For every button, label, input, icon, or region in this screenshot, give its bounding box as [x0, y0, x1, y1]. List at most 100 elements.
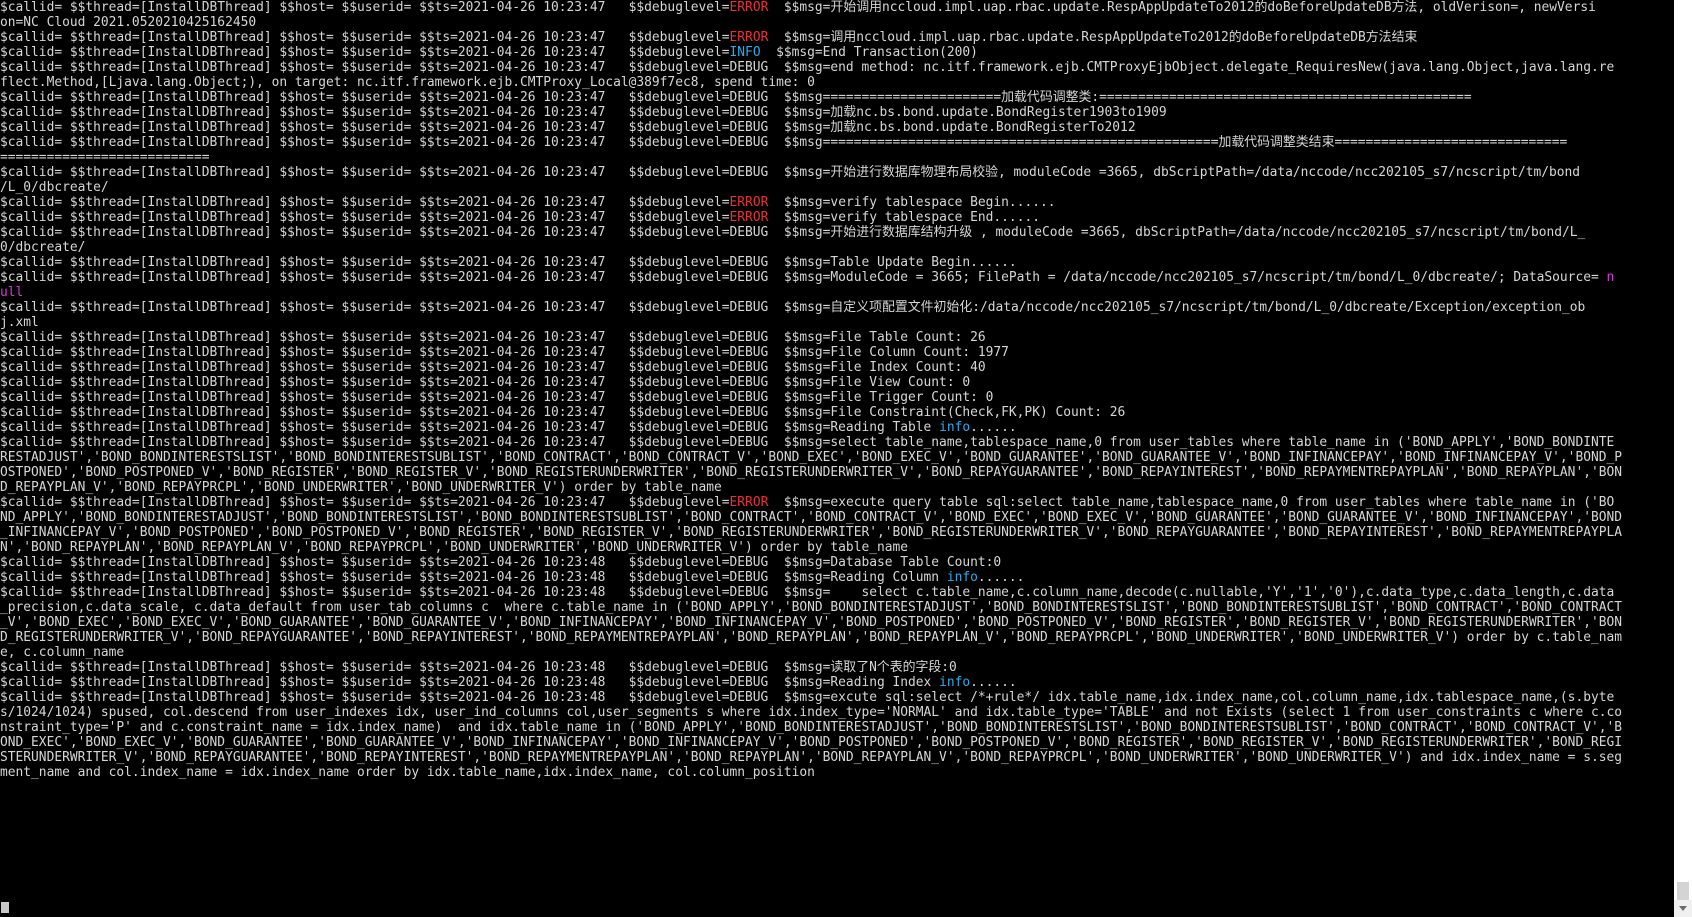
log-segment-error: ERROR — [729, 495, 769, 510]
log-line: $callid= $$thread=[InstallDBThread] $$ho… — [0, 60, 1674, 75]
log-line: $callid= $$thread=[InstallDBThread] $$ho… — [0, 255, 1674, 270]
log-segment-default: _precision,c.data_scale, c.data_default … — [0, 600, 1623, 615]
log-segment-default: $callid= $$thread=[InstallDBThread] $$ho… — [0, 0, 730, 15]
log-line: $callid= $$thread=[InstallDBThread] $$ho… — [0, 390, 1674, 405]
scroll-down-button[interactable] — [1674, 900, 1692, 917]
log-segment-default: $callid= $$thread=[InstallDBThread] $$ho… — [0, 690, 1615, 705]
log-segment-default: $callid= $$thread=[InstallDBThread] $$ho… — [0, 660, 957, 675]
log-line: RESTADJUST','BOND_BONDINTERESTSLIST','BO… — [0, 450, 1674, 465]
log-line: $callid= $$thread=[InstallDBThread] $$ho… — [0, 165, 1674, 180]
log-line: _precision,c.data_scale, c.data_default … — [0, 600, 1674, 615]
log-segment-default: j.xml — [0, 315, 39, 330]
log-line: e, c.column_name — [0, 645, 1674, 660]
arrow-down-icon — [1679, 906, 1687, 911]
log-line: $callid= $$thread=[InstallDBThread] $$ho… — [0, 270, 1674, 285]
log-line: $callid= $$thread=[InstallDBThread] $$ho… — [0, 120, 1674, 135]
terminal-output[interactable]: $callid= $$thread=[InstallDBThread] $$ho… — [0, 0, 1674, 917]
log-segment-default: 0/dbcreate/ — [0, 240, 86, 255]
vertical-scrollbar[interactable] — [1674, 0, 1692, 917]
log-segment-default: $callid= $$thread=[InstallDBThread] $$ho… — [0, 345, 1009, 360]
log-segment-info: info — [939, 420, 971, 435]
log-segment-default: =========================== — [0, 150, 210, 165]
log-line: N','BOND_REPAYPLAN','BOND_REPAYPLAN_V','… — [0, 540, 1674, 555]
log-segment-default: $callid= $$thread=[InstallDBThread] $$ho… — [0, 570, 947, 585]
log-line: $callid= $$thread=[InstallDBThread] $$ho… — [0, 435, 1674, 450]
log-segment-default: _INFINANCEPAY_V','BOND_POSTPONED','BOND_… — [0, 525, 1623, 540]
log-segment-default: OSTPONED','BOND_POSTPONED_V','BOND_REGIS… — [0, 465, 1623, 480]
log-segment-default: $callid= $$thread=[InstallDBThread] $$ho… — [0, 165, 1581, 180]
scrollbar-thumb[interactable] — [1677, 882, 1689, 900]
log-segment-default: /L_0/dbcreate/ — [0, 180, 109, 195]
log-line: /L_0/dbcreate/ — [0, 180, 1674, 195]
log-segment-default: $callid= $$thread=[InstallDBThread] $$ho… — [0, 255, 1017, 270]
log-segment-default: $callid= $$thread=[InstallDBThread] $$ho… — [0, 300, 1586, 315]
log-line: _V','BOND_EXEC','BOND_EXEC_V','BOND_GUAR… — [0, 615, 1674, 630]
log-line: $callid= $$thread=[InstallDBThread] $$ho… — [0, 45, 1674, 60]
log-segment-magenta: n — [1606, 270, 1615, 285]
log-line: $callid= $$thread=[InstallDBThread] $$ho… — [0, 300, 1674, 315]
log-line: =========================== — [0, 150, 1674, 165]
log-line: $callid= $$thread=[InstallDBThread] $$ho… — [0, 675, 1674, 690]
log-line: s/1024/1024) spused, col.descend from us… — [0, 705, 1674, 720]
log-segment-default: $$msg=execute query table sql:select tab… — [768, 495, 1615, 510]
log-segment-default: $callid= $$thread=[InstallDBThread] $$ho… — [0, 420, 940, 435]
log-segment-default: s/1024/1024) spused, col.descend from us… — [0, 705, 1623, 720]
log-line: STERUNDERWRITER_V','BOND_REPAYGUARANTEE'… — [0, 750, 1674, 765]
log-segment-default: _V','BOND_EXEC','BOND_EXEC_V','BOND_GUAR… — [0, 615, 1623, 630]
log-line: OND_EXEC','BOND_EXEC_V','BOND_GUARANTEE'… — [0, 735, 1674, 750]
terminal-lines: $callid= $$thread=[InstallDBThread] $$ho… — [0, 0, 1674, 780]
log-line: $callid= $$thread=[InstallDBThread] $$ho… — [0, 690, 1674, 705]
log-line: $callid= $$thread=[InstallDBThread] $$ho… — [0, 105, 1674, 120]
log-segment-default: $callid= $$thread=[InstallDBThread] $$ho… — [0, 390, 994, 405]
log-line: ND_APPLY','BOND_BONDINTERESTADJUST','BON… — [0, 510, 1674, 525]
log-segment-default: $$msg=开始调用nccloud.impl.uap.rbac.update.R… — [768, 0, 1596, 15]
log-segment-default: N','BOND_REPAYPLAN','BOND_REPAYPLAN_V','… — [0, 540, 909, 555]
log-segment-default: on=NC Cloud 2021.0520210425162450 — [0, 15, 257, 30]
log-line: $callid= $$thread=[InstallDBThread] $$ho… — [0, 345, 1674, 360]
log-line: 0/dbcreate/ — [0, 240, 1674, 255]
log-segment-default: STERUNDERWRITER_V','BOND_REPAYGUARANTEE'… — [0, 750, 1623, 765]
log-segment-default: $callid= $$thread=[InstallDBThread] $$ho… — [0, 45, 730, 60]
log-segment-error: ERROR — [729, 30, 769, 45]
log-line: OSTPONED','BOND_POSTPONED_V','BOND_REGIS… — [0, 465, 1674, 480]
log-segment-default: $$msg=verify tablespace Begin...... — [768, 195, 1056, 210]
log-segment-info: info — [946, 570, 978, 585]
log-segment-default: ND_APPLY','BOND_BONDINTERESTADJUST','BON… — [0, 510, 1623, 525]
log-line: $callid= $$thread=[InstallDBThread] $$ho… — [0, 225, 1674, 240]
log-segment-default: $callid= $$thread=[InstallDBThread] $$ho… — [0, 135, 1568, 150]
log-segment-default: $callid= $$thread=[InstallDBThread] $$ho… — [0, 90, 1472, 105]
log-segment-default: RESTADJUST','BOND_BONDINTERESTSLIST','BO… — [0, 450, 1623, 465]
log-segment-default: $callid= $$thread=[InstallDBThread] $$ho… — [0, 435, 1615, 450]
log-line: $callid= $$thread=[InstallDBThread] $$ho… — [0, 135, 1674, 150]
log-segment-default: e, c.column_name — [0, 645, 125, 660]
log-segment-default: $callid= $$thread=[InstallDBThread] $$ho… — [0, 495, 730, 510]
log-segment-error: ERROR — [729, 195, 769, 210]
text-cursor — [1, 902, 9, 913]
log-segment-default: $$msg=End Transaction(200) — [760, 45, 978, 60]
log-line: $callid= $$thread=[InstallDBThread] $$ho… — [0, 555, 1674, 570]
log-line: $callid= $$thread=[InstallDBThread] $$ho… — [0, 660, 1674, 675]
log-segment-default: $callid= $$thread=[InstallDBThread] $$ho… — [0, 405, 1126, 420]
log-segment-info: info — [939, 675, 971, 690]
log-segment-default: $callid= $$thread=[InstallDBThread] $$ho… — [0, 675, 940, 690]
log-segment-default: $callid= $$thread=[InstallDBThread] $$ho… — [0, 225, 1586, 240]
log-segment-default: flect.Method,[Ljava.lang.Object;), on ta… — [0, 75, 815, 90]
log-segment-default: $callid= $$thread=[InstallDBThread] $$ho… — [0, 555, 1002, 570]
log-line: _INFINANCEPAY_V','BOND_POSTPONED','BOND_… — [0, 525, 1674, 540]
log-line: D_REGISTERUNDERWRITER_V','BOND_REPAYGUAR… — [0, 630, 1674, 645]
log-segment-default: $$msg=调用nccloud.impl.uap.rbac.update.Res… — [768, 30, 1418, 45]
log-line: $callid= $$thread=[InstallDBThread] $$ho… — [0, 570, 1674, 585]
log-line: nstraint_type='P' and c.constraint_name … — [0, 720, 1674, 735]
log-segment-default: $callid= $$thread=[InstallDBThread] $$ho… — [0, 195, 730, 210]
log-line: flect.Method,[Ljava.lang.Object;), on ta… — [0, 75, 1674, 90]
log-line: $callid= $$thread=[InstallDBThread] $$ho… — [0, 195, 1674, 210]
log-line: j.xml — [0, 315, 1674, 330]
log-line: $callid= $$thread=[InstallDBThread] $$ho… — [0, 30, 1674, 45]
log-segment-error: ERROR — [729, 0, 769, 15]
log-line: $callid= $$thread=[InstallDBThread] $$ho… — [0, 330, 1674, 345]
log-segment-error: ERROR — [729, 210, 769, 225]
log-segment-default: $callid= $$thread=[InstallDBThread] $$ho… — [0, 30, 730, 45]
log-line: on=NC Cloud 2021.0520210425162450 — [0, 15, 1674, 30]
log-segment-default: ...... — [970, 420, 1017, 435]
log-segment-default: D_REPAYPLAN_V','BOND_REPAYPRCPL','BOND_U… — [0, 480, 722, 495]
